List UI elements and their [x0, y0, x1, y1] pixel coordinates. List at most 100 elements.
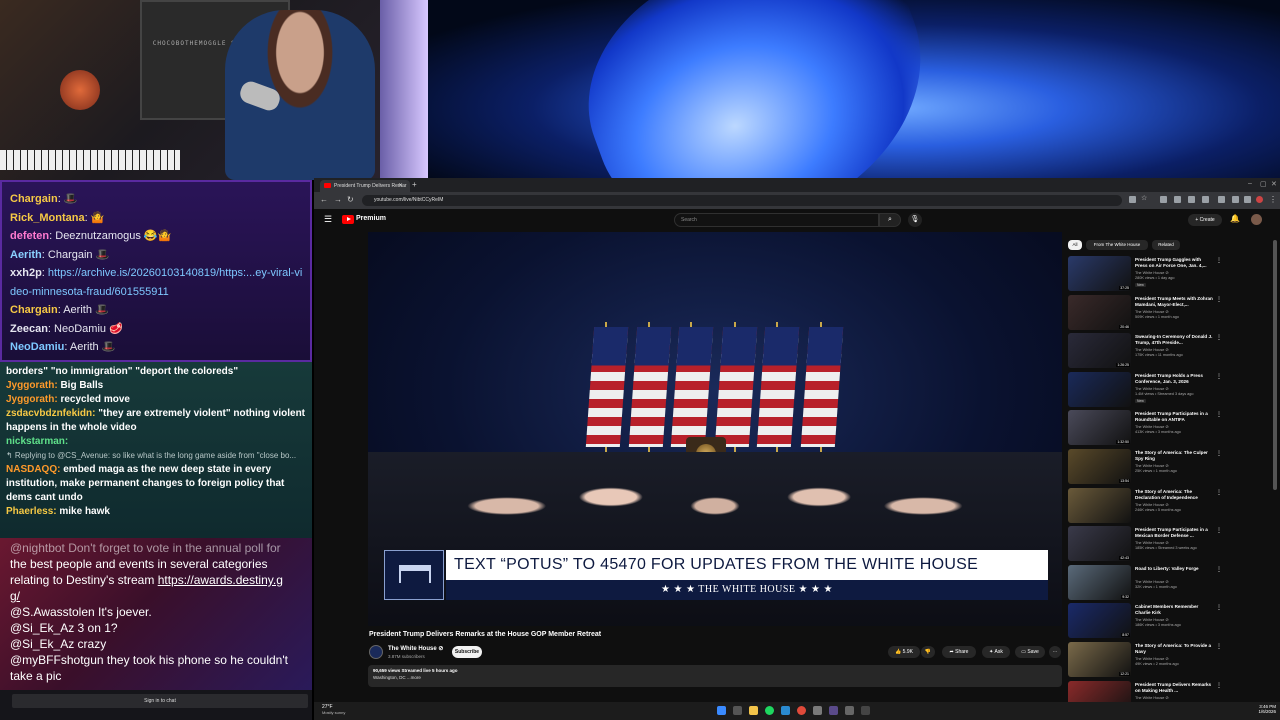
- chat-link[interactable]: https://archive.is/20260103140819/https:…: [10, 267, 302, 298]
- video-player[interactable]: TEXT “POTUS” TO 45470 FOR UPDATES FROM T…: [368, 232, 1062, 626]
- video-thumbnail[interactable]: 8:57: [1068, 603, 1131, 639]
- youtube-premium-label[interactable]: Premium: [356, 215, 386, 222]
- chat-username[interactable]: Jyggorath:: [6, 380, 58, 391]
- chat-username[interactable]: Chargain: [10, 304, 58, 316]
- browser-menu-icon[interactable]: ⋮: [1269, 195, 1277, 204]
- video-thumbnail[interactable]: 9:32: [1068, 564, 1131, 600]
- address-bar[interactable]: youtube.com/live/NibtCCyReIM: [362, 195, 1122, 206]
- more-options-icon[interactable]: ⋮: [1216, 334, 1222, 341]
- like-button[interactable]: 👍 5.9K: [888, 646, 920, 658]
- video-title[interactable]: Road to Liberty: Valley Forge: [1135, 566, 1213, 572]
- more-options-icon[interactable]: ⋮: [1216, 489, 1222, 496]
- channel-name[interactable]: The White House ⊘: [1135, 502, 1169, 507]
- chat-username[interactable]: @Si_Ek_Az: [10, 637, 74, 651]
- video-thumbnail[interactable]: [1068, 371, 1131, 407]
- back-icon[interactable]: ←: [320, 195, 328, 204]
- forward-icon[interactable]: →: [334, 195, 342, 204]
- more-options-icon[interactable]: ⋮: [1216, 682, 1222, 689]
- chat-username[interactable]: @myBFFshotgun: [10, 653, 104, 667]
- scrollbar[interactable]: [1273, 240, 1277, 490]
- chat-username[interactable]: xxh2p: [10, 267, 42, 279]
- chip-from-channel[interactable]: From The White House: [1086, 240, 1148, 250]
- more-options-icon[interactable]: ⋮: [1216, 296, 1222, 303]
- channel-avatar[interactable]: [369, 645, 383, 659]
- chat-username[interactable]: Rick_Montana: [10, 212, 85, 224]
- more-options-icon[interactable]: ⋮: [1216, 411, 1222, 418]
- video-thumbnail[interactable]: [1068, 487, 1131, 523]
- video-description[interactable]: 90,659 views Streamed live 5 hours ago W…: [368, 665, 1062, 687]
- channel-name[interactable]: The White House ⊘: [1135, 386, 1169, 391]
- search-icon[interactable]: [733, 706, 742, 715]
- video-title[interactable]: President Trump Delivers Remarks on Maki…: [1135, 682, 1213, 694]
- more-options-icon[interactable]: ⋮: [1216, 257, 1222, 264]
- channel-name[interactable]: The White House ⊘: [1135, 617, 1169, 622]
- browser-tab[interactable]: President Trump Delivers Remar: [320, 180, 410, 192]
- start-icon[interactable]: [717, 706, 726, 715]
- chat-username[interactable]: Aerith: [10, 249, 42, 261]
- channel-name[interactable]: The White House ⊘: [1135, 463, 1169, 468]
- extension-icon[interactable]: [1244, 196, 1251, 203]
- create-button[interactable]: + Create: [1188, 214, 1222, 226]
- chip-all[interactable]: All: [1068, 240, 1082, 250]
- chat-username[interactable]: zsdacvbdznfekidn:: [6, 408, 95, 419]
- channel-name[interactable]: The White House ⊘: [1135, 347, 1169, 352]
- recommended-video[interactable]: 42:43 President Trump Participates in a M…: [1068, 526, 1268, 562]
- new-tab-icon[interactable]: +: [412, 180, 417, 189]
- more-options-icon[interactable]: ⋮: [1216, 643, 1222, 650]
- video-title[interactable]: The Story of America: The Culper Spy Rin…: [1135, 450, 1213, 462]
- video-thumbnail[interactable]: 20:46: [1068, 294, 1131, 330]
- more-options-icon[interactable]: ⋮: [1216, 604, 1222, 611]
- chat-username[interactable]: Zeecan: [10, 323, 48, 335]
- microphone-icon[interactable]: 🎙: [908, 213, 922, 227]
- channel-name[interactable]: The White House ⊘: [1135, 270, 1169, 275]
- app-icon[interactable]: [861, 706, 870, 715]
- video-title[interactable]: Swearing-In Ceremony of Donald J. Trump,…: [1135, 334, 1213, 346]
- chat-username[interactable]: Chargain: [10, 193, 58, 205]
- chat-username[interactable]: Phaerless:: [6, 506, 57, 517]
- video-thumbnail[interactable]: 13:54: [1068, 449, 1131, 484]
- chat-username[interactable]: NASDAQQ:: [6, 464, 60, 475]
- profile-icon[interactable]: [1256, 196, 1263, 203]
- channel-name[interactable]: The White House ⊘: [1135, 424, 1169, 429]
- recommended-video[interactable]: 12:21 The Story of America: To Provide a …: [1068, 642, 1268, 678]
- search-input[interactable]: Search: [674, 213, 879, 227]
- chip-related[interactable]: Related: [1152, 240, 1180, 250]
- chat-link[interactable]: https://awards.destiny.g: [158, 573, 283, 587]
- recommended-video[interactable]: 20:46 President Trump Meets with Zohran M…: [1068, 294, 1268, 331]
- close-window-icon[interactable]: ✕: [1271, 180, 1277, 188]
- chat-link[interactable]: g/: [10, 589, 20, 603]
- more-options-icon[interactable]: ⋮: [1216, 450, 1222, 457]
- settings-icon[interactable]: [813, 706, 822, 715]
- extension-icon[interactable]: [1202, 196, 1209, 203]
- close-tab-icon[interactable]: ✕: [398, 182, 403, 189]
- recommended-video[interactable]: 13:54 The Story of America: The Culper Sp…: [1068, 449, 1268, 485]
- install-icon[interactable]: [1129, 196, 1136, 203]
- recommended-video[interactable]: President Trump Holds a Press Conference…: [1068, 371, 1268, 408]
- video-title[interactable]: President Trump Participates in a Roundt…: [1135, 411, 1213, 423]
- video-title[interactable]: The Story of America: The Declaration of…: [1135, 489, 1213, 501]
- reload-icon[interactable]: ↻: [347, 195, 354, 204]
- edge-icon[interactable]: [781, 706, 790, 715]
- video-title[interactable]: Cabinet Members Remember Charlie Kirk: [1135, 604, 1213, 616]
- subscribe-button[interactable]: Subscribe: [452, 646, 482, 658]
- channel-name[interactable]: The White House ⊘: [1135, 309, 1169, 314]
- account-avatar[interactable]: [1251, 214, 1262, 225]
- video-thumbnail[interactable]: 1:32:50: [1068, 410, 1131, 446]
- recommended-video[interactable]: 1:26:25 Swearing-In Ceremony of Donald J.…: [1068, 333, 1268, 369]
- youtube-logo-icon[interactable]: [342, 215, 354, 224]
- notifications-bell-icon[interactable]: 🔔: [1230, 214, 1240, 223]
- more-options-icon[interactable]: ⋮: [1216, 373, 1222, 380]
- maximize-icon[interactable]: ▢: [1260, 180, 1267, 188]
- app-icon[interactable]: [845, 706, 854, 715]
- video-thumbnail[interactable]: 12:21: [1068, 642, 1131, 677]
- ask-button[interactable]: ✦ Ask: [982, 646, 1010, 658]
- extension-icon[interactable]: [1232, 196, 1239, 203]
- video-thumbnail[interactable]: 37:25: [1068, 256, 1131, 291]
- downloads-icon[interactable]: [1218, 196, 1225, 203]
- chat-username[interactable]: @Si_Ek_Az: [10, 621, 74, 635]
- extension-icon[interactable]: [1160, 196, 1167, 203]
- chat-username[interactable]: defeten: [10, 230, 49, 242]
- dislike-icon[interactable]: 👎: [921, 646, 935, 658]
- recommended-video[interactable]: 1:32:50 President Trump Participates in a…: [1068, 410, 1268, 446]
- weather-widget[interactable]: 27°F Mostly sunny: [322, 704, 362, 715]
